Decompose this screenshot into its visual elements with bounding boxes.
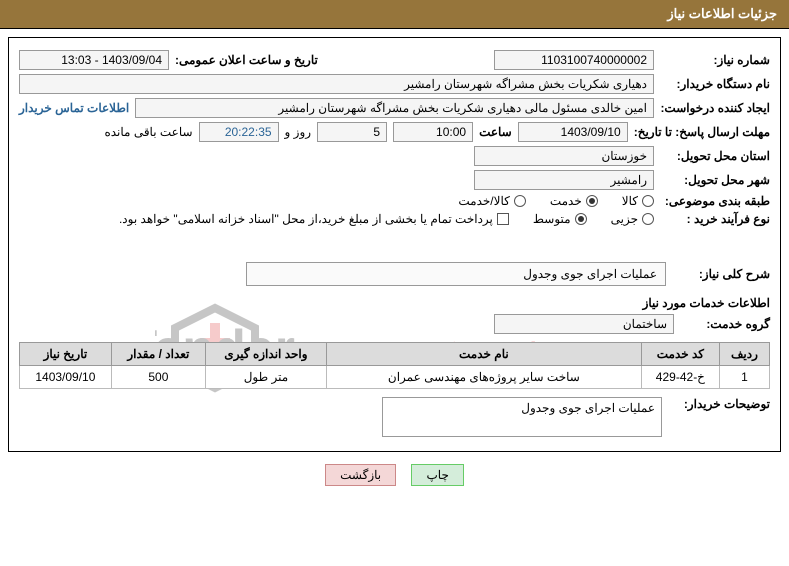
radio-small[interactable]: جزیی: [611, 212, 654, 226]
province-label: استان محل تحویل:: [660, 149, 770, 163]
radio-goods-service-label: کالا/خدمت: [458, 194, 509, 208]
print-button[interactable]: چاپ: [411, 464, 463, 486]
payment-note: پرداخت تمام یا بخشی از مبلغ خرید،از محل …: [119, 212, 493, 226]
services-table: ردیف کد خدمت نام خدمت واحد اندازه گیری ت…: [19, 342, 770, 389]
deadline-label: مهلت ارسال پاسخ: تا تاریخ:: [634, 125, 770, 139]
footer-buttons: چاپ بازگشت: [0, 464, 789, 486]
cell-code: خ-42-429: [641, 366, 719, 389]
radio-service[interactable]: خدمت: [550, 194, 598, 208]
radio-icon: [642, 195, 654, 207]
city-field: رامشیر: [474, 170, 654, 190]
service-group-label: گروه خدمت:: [680, 317, 770, 331]
remaining-label: ساعت باقی مانده: [104, 125, 192, 139]
hour-label: ساعت: [479, 125, 512, 139]
cell-need-date: 1403/09/10: [20, 366, 112, 389]
table-row: 1 خ-42-429 ساخت سایر پروژه‌های مهندسی عم…: [20, 366, 770, 389]
days-field: 5: [317, 122, 387, 142]
radio-goods[interactable]: کالا: [622, 194, 654, 208]
radio-icon: [575, 213, 587, 225]
city-label: شهر محل تحویل:: [660, 173, 770, 187]
announce-label: تاریخ و ساعت اعلان عمومی:: [175, 53, 318, 67]
buyer-notes-label: توضیحات خریدار:: [670, 397, 770, 411]
radio-icon: [642, 213, 654, 225]
payment-checkbox[interactable]: پرداخت تمام یا بخشی از مبلغ خرید،از محل …: [119, 212, 509, 226]
radio-goods-label: کالا: [622, 194, 638, 208]
back-button[interactable]: بازگشت: [325, 464, 396, 486]
page-title: جزئیات اطلاعات نیاز: [667, 6, 777, 21]
radio-service-label: خدمت: [550, 194, 582, 208]
need-summary-label: شرح کلی نیاز:: [680, 267, 770, 281]
cell-unit: متر طول: [206, 366, 327, 389]
cell-name: ساخت سایر پروژه‌های مهندسی عمران: [326, 366, 641, 389]
radio-small-label: جزیی: [611, 212, 638, 226]
th-name: نام خدمت: [326, 343, 641, 366]
radio-icon: [586, 195, 598, 207]
checkbox-icon: [497, 213, 509, 225]
category-label: طبقه بندی موضوعی:: [660, 194, 770, 208]
buyer-org-field: دهیاری شکریات بخش مشراگه شهرستان رامشیر: [19, 74, 654, 94]
th-row: ردیف: [719, 343, 769, 366]
creator-field: امین خالدی مسئول مالی دهیاری شکریات بخش …: [135, 98, 654, 118]
th-need-date: تاریخ نیاز: [20, 343, 112, 366]
cell-row: 1: [719, 366, 769, 389]
service-group-field: ساختمان: [494, 314, 674, 334]
process-label: نوع فرآیند خرید :: [660, 212, 770, 226]
province-field: خوزستان: [474, 146, 654, 166]
services-info-title: اطلاعات خدمات مورد نیاز: [19, 296, 770, 310]
page-header: جزئیات اطلاعات نیاز: [0, 0, 789, 29]
contact-link[interactable]: اطلاعات تماس خریدار: [19, 101, 129, 115]
deadline-date-field: 1403/09/10: [518, 122, 628, 142]
th-code: کد خدمت: [641, 343, 719, 366]
radio-goods-service[interactable]: کالا/خدمت: [458, 194, 525, 208]
announce-field: 1403/09/04 - 13:03: [19, 50, 169, 70]
need-number-field: 1103100740000002: [494, 50, 654, 70]
buyer-notes-box: عملیات اجرای جوی وجدول: [382, 397, 662, 437]
th-unit: واحد اندازه گیری: [206, 343, 327, 366]
main-panel: AriaTender .net ◈ شماره نیاز: 1103100740…: [8, 37, 781, 452]
time-counter-field: 20:22:35: [199, 122, 279, 142]
creator-label: ایجاد کننده درخواست:: [660, 101, 770, 115]
need-number-label: شماره نیاز:: [660, 53, 770, 67]
cell-qty: 500: [111, 366, 205, 389]
radio-medium[interactable]: متوسط: [533, 212, 587, 226]
days-and-label: روز و: [285, 125, 312, 139]
th-qty: تعداد / مقدار: [111, 343, 205, 366]
radio-icon: [514, 195, 526, 207]
table-header-row: ردیف کد خدمت نام خدمت واحد اندازه گیری ت…: [20, 343, 770, 366]
deadline-hour-field: 10:00: [393, 122, 473, 142]
buyer-org-label: نام دستگاه خریدار:: [660, 77, 770, 91]
radio-medium-label: متوسط: [533, 212, 571, 226]
need-summary-box: عملیات اجرای جوی وجدول: [246, 262, 666, 286]
